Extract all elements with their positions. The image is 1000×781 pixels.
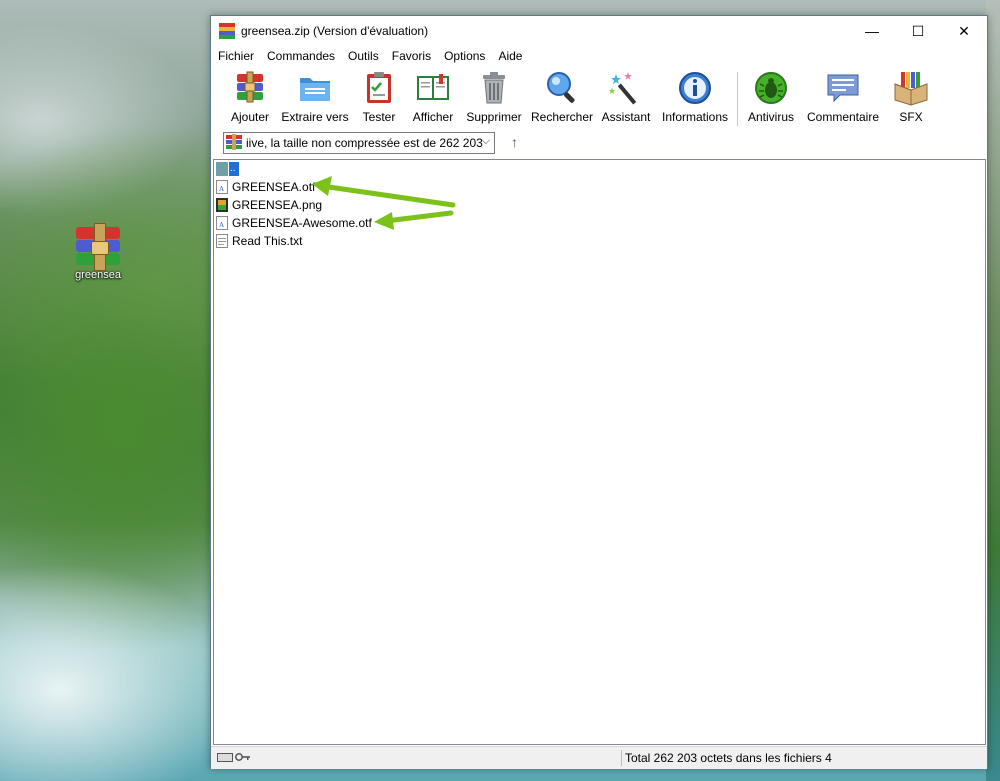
file-name: GREENSEA-Awesome.otf <box>232 215 372 230</box>
winrar-window: greensea.zip (Version d'évaluation) — ☐ … <box>210 15 988 769</box>
status-text: Total 262 203 octets dans les fichiers 4 <box>625 751 832 765</box>
desktop-icon-greensea[interactable]: greensea <box>60 223 136 281</box>
address-text: iive, la taille non compressée est de 26… <box>246 136 483 150</box>
menu-favoris[interactable]: Favoris <box>385 46 437 63</box>
sfx-box-icon <box>893 70 929 106</box>
delete-button[interactable]: Supprimer <box>465 70 523 124</box>
address-bar: iive, la taille non compressée est de 26… <box>211 130 987 156</box>
winrar-archive-icon <box>74 223 122 271</box>
archive-icon <box>226 134 242 150</box>
test-button[interactable]: Tester <box>357 70 401 124</box>
add-button[interactable]: Ajouter <box>225 70 275 124</box>
view-label: Afficher <box>412 110 454 124</box>
drive-icon <box>217 753 233 762</box>
add-archive-icon <box>232 70 268 106</box>
sfx-button[interactable]: SFX <box>889 70 933 124</box>
comment-label: Commentaire <box>806 110 880 124</box>
status-divider <box>621 750 622 766</box>
title-bar[interactable]: greensea.zip (Version d'évaluation) — ☐ … <box>211 16 987 46</box>
add-label: Ajouter <box>230 110 270 124</box>
svg-text:A: A <box>219 185 224 193</box>
extract-button[interactable]: Extraire vers <box>279 70 351 124</box>
extract-folder-icon <box>297 70 333 106</box>
text-file-icon <box>216 233 228 248</box>
status-bar: Total 262 203 octets dans les fichiers 4 <box>211 746 987 769</box>
key-icon <box>235 753 250 761</box>
file-name: .. <box>230 163 236 175</box>
list-item[interactable]: .. <box>216 161 239 178</box>
file-name: GREENSEA.otf <box>232 179 316 194</box>
font-file-icon: A <box>216 215 228 230</box>
wizard-button[interactable]: Assistant <box>601 70 651 124</box>
parent-folder-icon <box>216 161 228 176</box>
menu-outils[interactable]: Outils <box>341 46 385 63</box>
menu-aide[interactable]: Aide <box>491 46 528 63</box>
menu-fichier[interactable]: Fichier <box>211 46 260 63</box>
view-book-icon <box>415 70 451 106</box>
info-button[interactable]: Informations <box>659 70 731 124</box>
trash-icon <box>476 70 512 106</box>
antivirus-bug-icon <box>753 70 789 106</box>
file-name: GREENSEA.png <box>232 197 323 212</box>
extract-label: Extraire vers <box>281 110 349 124</box>
list-item[interactable]: A GREENSEA-Awesome.otf <box>216 215 372 232</box>
chevron-down-icon[interactable]: ⌵ <box>482 135 490 148</box>
file-name: Read This.txt <box>232 233 303 248</box>
search-label: Rechercher <box>531 110 594 124</box>
close-button[interactable]: ✕ <box>941 16 987 46</box>
toolbar: Ajouter Extraire vers Tester Afficher Su… <box>211 68 987 128</box>
sfx-label: SFX <box>899 110 923 124</box>
list-item[interactable]: GREENSEA.png <box>216 197 322 214</box>
file-list[interactable]: .. A GREENSEA.otf GREENSEA.png A GREENSE… <box>213 159 986 745</box>
antivirus-label: Antivirus <box>747 110 794 124</box>
svg-text:A: A <box>219 221 224 229</box>
wizard-wand-icon <box>608 70 644 106</box>
search-icon <box>544 70 580 106</box>
toolbar-separator <box>737 72 738 126</box>
comment-icon <box>825 70 861 106</box>
info-icon <box>677 70 713 106</box>
menu-options[interactable]: Options <box>437 46 491 63</box>
antivirus-button[interactable]: Antivirus <box>745 70 797 124</box>
info-label: Informations <box>661 110 729 124</box>
test-label: Tester <box>362 110 396 124</box>
image-file-icon <box>216 197 228 212</box>
desktop-background <box>986 0 1000 781</box>
list-item[interactable]: Read This.txt <box>216 233 302 250</box>
minimize-button[interactable]: — <box>849 16 895 46</box>
menu-commandes[interactable]: Commandes <box>260 46 341 63</box>
list-item[interactable]: A GREENSEA.otf <box>216 179 315 196</box>
test-clipboard-icon <box>361 70 397 106</box>
window-title: greensea.zip (Version d'évaluation) <box>241 24 429 38</box>
address-combo[interactable]: iive, la taille non compressée est de 26… <box>223 132 495 154</box>
view-button[interactable]: Afficher <box>409 70 457 124</box>
wizard-label: Assistant <box>601 110 651 124</box>
maximize-button[interactable]: ☐ <box>895 16 941 46</box>
winrar-app-icon <box>219 23 235 39</box>
search-button[interactable]: Rechercher <box>531 70 593 124</box>
font-file-icon: A <box>216 179 228 194</box>
comment-button[interactable]: Commentaire <box>805 70 881 124</box>
delete-label: Supprimer <box>466 110 522 124</box>
menu-bar: Fichier Commandes Outils Favoris Options Aide <box>211 46 987 66</box>
up-arrow-icon[interactable]: ↑ <box>511 134 518 150</box>
